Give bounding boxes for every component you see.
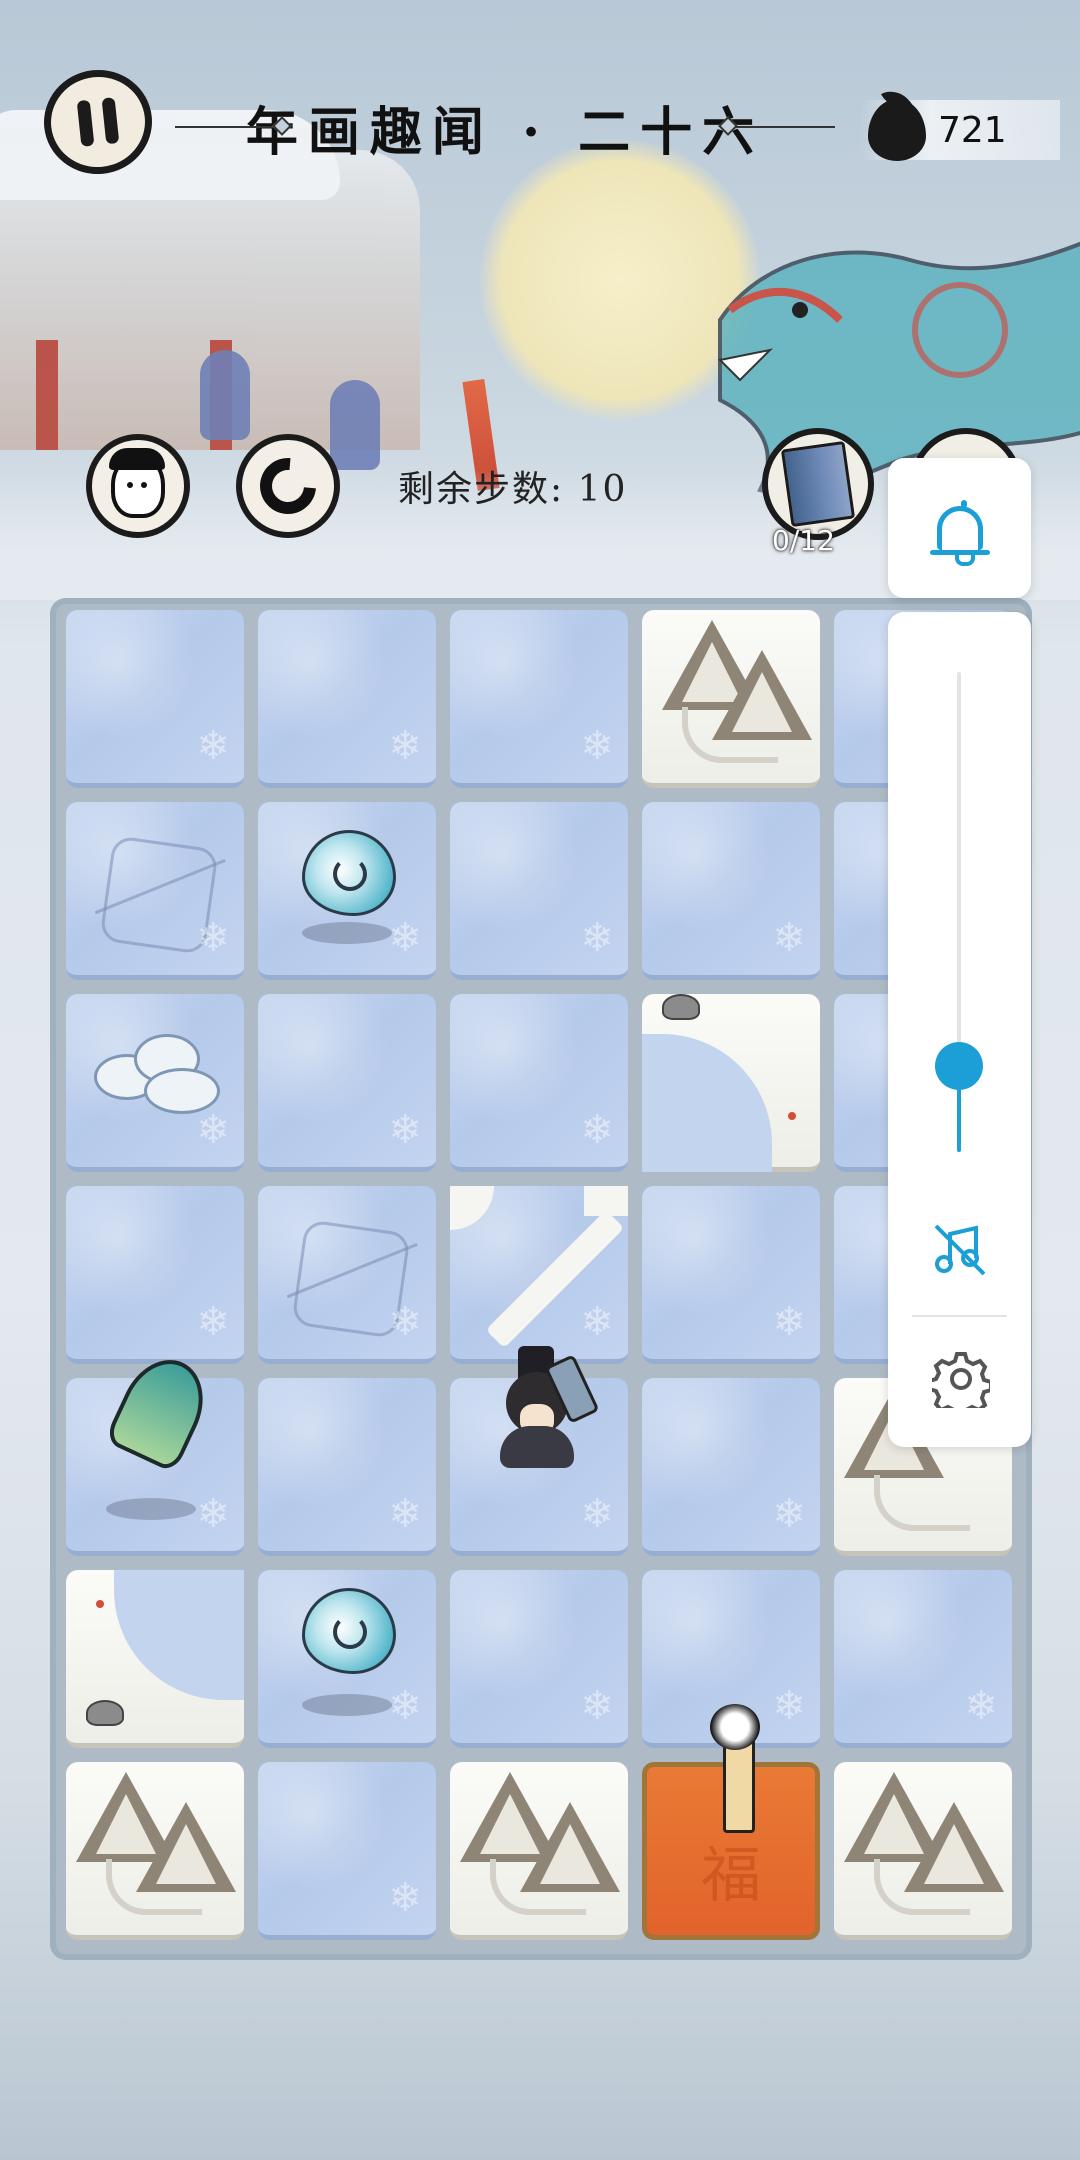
- music-muted-icon[interactable]: [930, 1220, 990, 1280]
- gear-icon[interactable]: [932, 1350, 990, 1408]
- spirit-flame-icon[interactable]: [302, 830, 396, 916]
- ice-tile[interactable]: [258, 1378, 436, 1556]
- volume-panel: [888, 612, 1031, 1447]
- ice-tile[interactable]: [642, 1378, 820, 1556]
- cracked-ice-tile[interactable]: [66, 802, 244, 980]
- ice-tile[interactable]: [66, 1186, 244, 1364]
- ice-tile[interactable]: [450, 994, 628, 1172]
- hint-character-icon: [109, 448, 165, 518]
- mountain-tile[interactable]: [66, 1762, 244, 1940]
- villager-figure: [200, 350, 250, 440]
- restart-icon: [248, 446, 328, 526]
- ice-tile[interactable]: [66, 610, 244, 788]
- ice-tile[interactable]: [66, 1346, 244, 1556]
- snow-path-tile[interactable]: [66, 1570, 244, 1748]
- ink-currency: 721: [860, 99, 1060, 161]
- rock-icon: [662, 994, 700, 1020]
- player-character[interactable]: [480, 1338, 600, 1468]
- book-icon: [780, 440, 856, 528]
- ice-tile[interactable]: [642, 1186, 820, 1364]
- ice-tile[interactable]: [642, 802, 820, 980]
- notification-panel[interactable]: [888, 458, 1031, 598]
- crack-mark: [291, 1219, 411, 1339]
- goal-tile[interactable]: 福: [642, 1704, 820, 1940]
- level-title-bar: 年画趣闻 · 二十六: [175, 92, 835, 163]
- ice-tile[interactable]: [258, 610, 436, 788]
- mountain-tile[interactable]: [450, 1762, 628, 1940]
- ice-tile[interactable]: [450, 1570, 628, 1748]
- goal-character: 福: [701, 1841, 761, 1911]
- rock-icon: [86, 1700, 124, 1726]
- crack-mark: [99, 835, 219, 955]
- villager-figure: [330, 380, 380, 470]
- game-board: 福: [50, 598, 1032, 1960]
- ice-tile[interactable]: [258, 1762, 436, 1940]
- ice-tile[interactable]: [834, 1570, 1012, 1748]
- ice-tile[interactable]: [450, 1346, 628, 1556]
- ink-drop-icon: [868, 99, 926, 161]
- cloud-tile[interactable]: [66, 994, 244, 1172]
- cloud-icon: [94, 1034, 220, 1114]
- mountain-tile[interactable]: [834, 1762, 1012, 1940]
- ice-tile[interactable]: [258, 802, 436, 980]
- ice-tile[interactable]: [450, 802, 628, 980]
- bell-icon[interactable]: [929, 500, 990, 566]
- hint-button[interactable]: [86, 434, 190, 538]
- cracked-ice-tile[interactable]: [258, 1186, 436, 1364]
- remaining-steps: 剩余步数: 10: [398, 469, 628, 510]
- restart-button[interactable]: [236, 434, 340, 538]
- volume-slider-thumb[interactable]: [935, 1041, 983, 1090]
- snow-path-tile[interactable]: [642, 994, 820, 1172]
- ice-tile[interactable]: [258, 1570, 436, 1748]
- ice-tile[interactable]: [258, 994, 436, 1172]
- mountain-tile[interactable]: [642, 610, 820, 788]
- level-title: 年画趣闻 · 二十六: [245, 101, 765, 163]
- pause-icon: [76, 99, 95, 147]
- collection-count: 0/12: [772, 524, 835, 557]
- ink-count: 721: [938, 109, 1007, 151]
- spirit-flame-icon[interactable]: [302, 1588, 396, 1674]
- fan-item-icon[interactable]: [103, 1346, 219, 1474]
- torch-icon: [710, 1704, 760, 1833]
- ice-tile[interactable]: [450, 610, 628, 788]
